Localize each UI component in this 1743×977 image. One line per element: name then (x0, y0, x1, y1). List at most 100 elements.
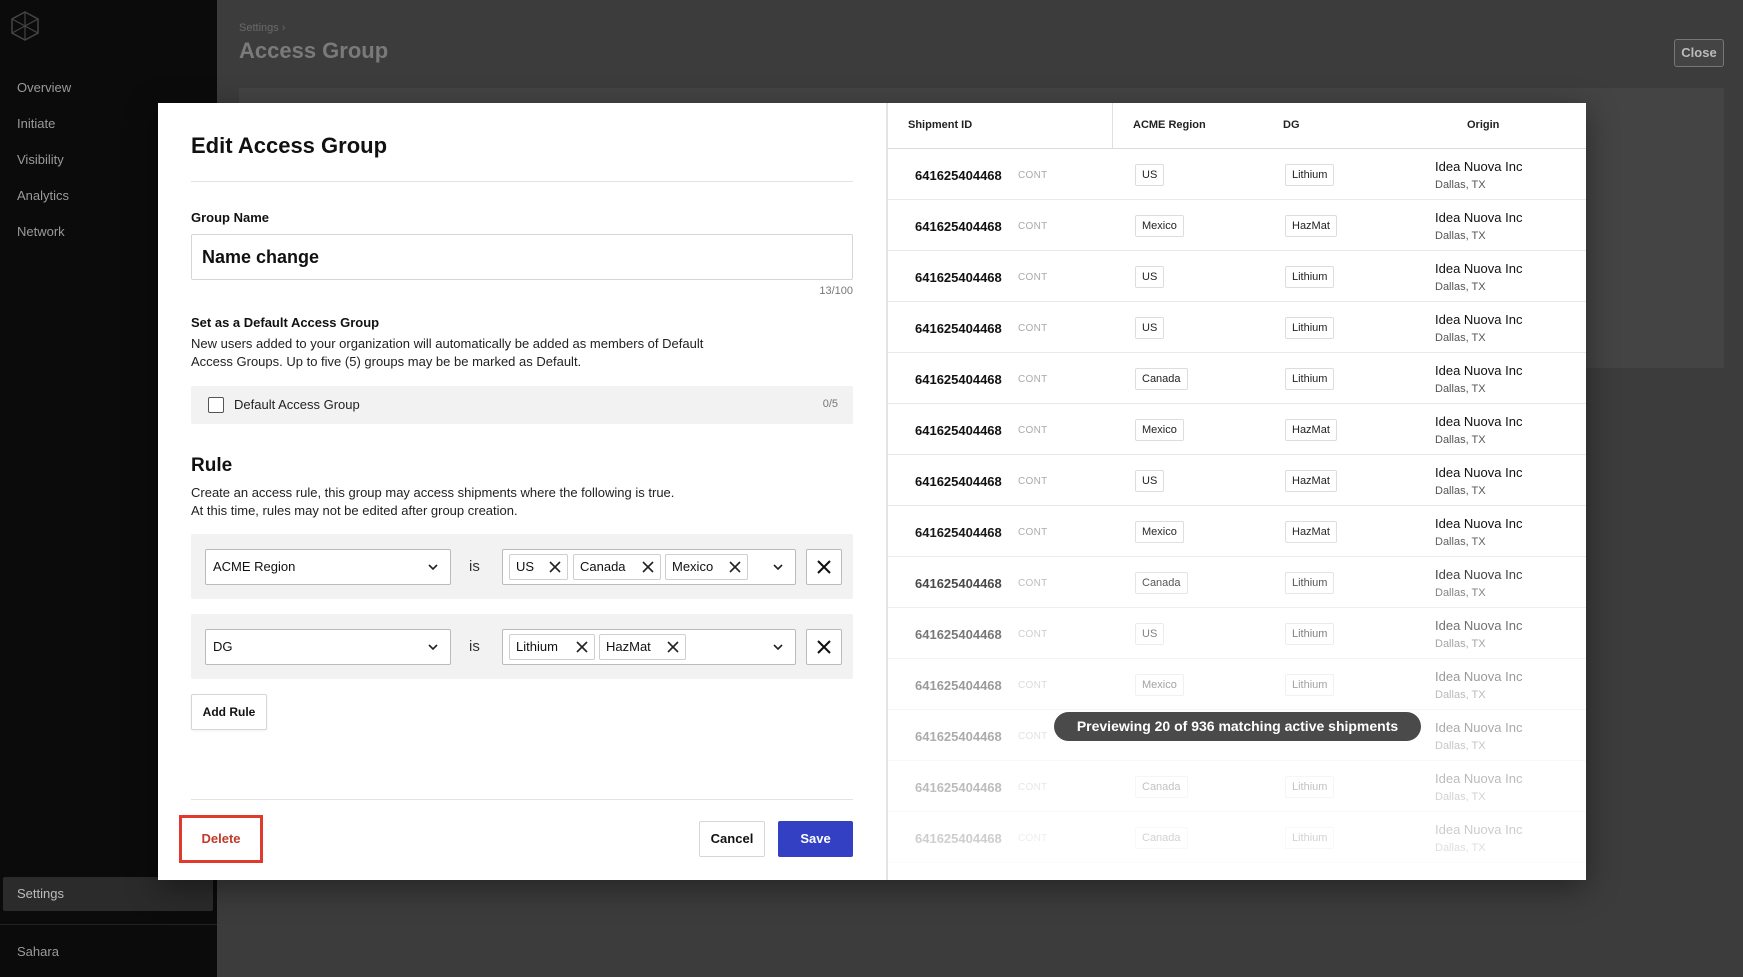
region-tag: Canada (1135, 572, 1188, 594)
rule-values-select[interactable]: US Canada Mexico (502, 549, 796, 585)
origin-city: Dallas, TX (1435, 230, 1486, 242)
origin-city: Dallas, TX (1435, 689, 1486, 701)
default-group-desc-2: Access Groups. Up to five (5) groups may… (191, 354, 582, 369)
shipment-id: 641625404468 (915, 219, 1002, 234)
close-icon (817, 560, 831, 574)
shipment-type: CONT (1018, 425, 1048, 436)
value-chip: US (509, 554, 568, 580)
rule-values-select[interactable]: Lithium HazMat (502, 629, 796, 665)
default-group-row: Default Access Group 0/5 (191, 386, 853, 424)
dg-tag: Lithium (1285, 317, 1335, 339)
default-group-checkbox[interactable] (208, 397, 224, 413)
table-row[interactable]: 641625404468 CONT US Lithium Idea Nuova Inc D… (888, 608, 1586, 659)
origin-city: Dallas, TX (1435, 179, 1486, 191)
rule-row: ACME Region is US Canada Mexico (191, 534, 853, 599)
rule-title: Rule (191, 455, 233, 476)
rule-field-value: ACME Region (213, 559, 296, 574)
edit-access-group-modal: Edit Access Group Group Name 13/100 Set … (158, 103, 1586, 880)
shipment-id: 641625404468 (915, 831, 1002, 846)
save-button[interactable]: Save (778, 821, 853, 857)
region-tag: Canada (1135, 776, 1188, 798)
group-name-input[interactable] (191, 234, 853, 280)
default-group-count: 0/5 (822, 398, 838, 410)
rule-row: DG is Lithium HazMat (191, 614, 853, 679)
cancel-button[interactable]: Cancel (699, 821, 765, 857)
table-row[interactable]: 641625404468 CONT US HazMat Idea Nuova Inc Da… (888, 455, 1586, 506)
remove-chip-icon[interactable] (576, 641, 588, 653)
rule-operator: is (469, 638, 480, 655)
value-chip: Mexico (665, 554, 748, 580)
shipment-type: CONT (1018, 476, 1048, 487)
remove-rule-button[interactable] (806, 549, 842, 585)
origin-city: Dallas, TX (1435, 281, 1486, 293)
chip-label: HazMat (606, 639, 651, 654)
chevron-down-icon (773, 564, 783, 571)
value-chip: Canada (573, 554, 661, 580)
column-divider (1112, 103, 1113, 149)
column-header-dg: DG (1283, 119, 1300, 131)
table-row[interactable]: 641625404468 CONT Canada Lithium Idea Nuova … (888, 353, 1586, 404)
remove-rule-button[interactable] (806, 629, 842, 665)
region-tag: Canada (1135, 827, 1188, 849)
origin-city: Dallas, TX (1435, 791, 1486, 803)
rule-field-select[interactable]: ACME Region (205, 549, 451, 585)
chip-label: US (516, 559, 535, 574)
shipment-type: CONT (1018, 170, 1048, 181)
add-rule-button[interactable]: Add Rule (191, 694, 267, 730)
remove-chip-icon[interactable] (729, 561, 741, 573)
table-row[interactable]: 641625404468 CONT Mexico HazMat Idea Nuova I… (888, 404, 1586, 455)
remove-chip-icon[interactable] (667, 641, 679, 653)
origin-name: Idea Nuova Inc (1435, 516, 1523, 531)
table-row[interactable]: 641625404468 CONT Mexico HazMat Idea Nuova I… (888, 506, 1586, 557)
chevron-down-icon (428, 564, 438, 571)
table-row[interactable]: 641625404468 CONT Canada Lithium Idea Nuova … (888, 557, 1586, 608)
shipment-id: 641625404468 (915, 627, 1002, 642)
remove-chip-icon[interactable] (549, 561, 561, 573)
shipment-type: CONT (1018, 731, 1048, 742)
origin-city: Dallas, TX (1435, 536, 1486, 548)
table-row[interactable]: 641625404468 CONT Canada Lithium Idea Nuova … (888, 761, 1586, 812)
origin-name: Idea Nuova Inc (1435, 618, 1523, 633)
column-header-origin: Origin (1467, 119, 1500, 131)
org-switcher[interactable]: Sahara (17, 944, 59, 959)
delete-button[interactable]: Delete (179, 815, 263, 863)
table-row[interactable]: 641625404468 CONT US Lithium Idea Nuova Inc D… (888, 149, 1586, 200)
logo-icon[interactable] (10, 11, 40, 41)
rule-field-select[interactable]: DG (205, 629, 451, 665)
origin-name: Idea Nuova Inc (1435, 567, 1523, 582)
origin-name: Idea Nuova Inc (1435, 465, 1523, 480)
rule-desc-1: Create an access rule, this group may ac… (191, 485, 675, 500)
region-tag: US (1135, 317, 1165, 339)
region-tag: Mexico (1135, 674, 1184, 696)
table-body: 641625404468 CONT US Lithium Idea Nuova Inc D… (888, 149, 1586, 863)
shipment-id: 641625404468 (915, 372, 1002, 387)
close-button[interactable]: Close (1674, 39, 1724, 67)
breadcrumb[interactable]: Settings › (239, 22, 285, 34)
sidebar-divider (0, 924, 217, 925)
shipments-preview-panel: Shipment ID ACME Region DG Origin 641625… (886, 103, 1586, 880)
default-group-checkbox-label[interactable]: Default Access Group (234, 397, 360, 412)
table-row[interactable]: 641625404468 CONT Mexico HazMat Idea Nuova I… (888, 200, 1586, 251)
dg-tag: Lithium (1285, 572, 1335, 594)
shipment-id: 641625404468 (915, 678, 1002, 693)
remove-chip-icon[interactable] (642, 561, 654, 573)
origin-name: Idea Nuova Inc (1435, 363, 1523, 378)
rule-field-value: DG (213, 639, 233, 654)
origin-name: Idea Nuova Inc (1435, 261, 1523, 276)
origin-city: Dallas, TX (1435, 842, 1486, 854)
group-name-label: Group Name (191, 210, 270, 225)
table-row[interactable]: 641625404468 CONT US Lithium Idea Nuova Inc D… (888, 302, 1586, 353)
modal-title: Edit Access Group (191, 133, 388, 158)
origin-city: Dallas, TX (1435, 434, 1486, 446)
table-row[interactable]: 641625404468 CONT Canada Lithium Idea Nuova … (888, 812, 1586, 863)
table-row[interactable]: 641625404468 CONT US Lithium Idea Nuova Inc D… (888, 251, 1586, 302)
value-chip: HazMat (599, 634, 686, 660)
sidebar-item-overview[interactable]: Overview (0, 70, 217, 106)
sidebar-item-settings[interactable]: Settings (3, 877, 213, 911)
page-title: Access Group (239, 38, 389, 63)
origin-name: Idea Nuova Inc (1435, 669, 1523, 684)
table-row[interactable]: 641625404468 CONT Mexico Lithium Idea Nuova … (888, 659, 1586, 710)
close-icon (817, 640, 831, 654)
origin-city: Dallas, TX (1435, 485, 1486, 497)
region-tag: US (1135, 470, 1165, 492)
